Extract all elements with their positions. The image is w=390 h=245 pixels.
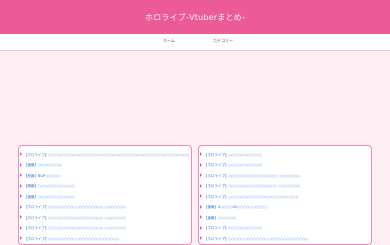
bullet-icon <box>20 225 22 230</box>
list-item: 【速報】○○○○○○ <box>199 212 371 223</box>
bullet-icon <box>200 173 202 177</box>
list-item: 【ホロライブ】○○○○○○○○○○○○○○○○○○○○○○○ <box>199 191 371 202</box>
list-item: 【ホロライブ】○○○○○○○○○○○ <box>199 149 371 160</box>
nav-item-category[interactable]: カテゴリー <box>213 38 233 44</box>
article-link[interactable]: 【悲報】BGP○○○○○ <box>24 173 61 178</box>
site-title-link[interactable]: ホロライブ-Vtuberまとめ- <box>145 12 245 23</box>
article-link[interactable]: 【ホロライブ】○○○○○○○○○○○○○○○○○○ ○○○○○○○ <box>24 204 126 209</box>
bullet-icon <box>200 152 202 156</box>
article-link[interactable]: 【朗報】○○○○○○○○○○○○ <box>24 183 75 188</box>
link-list-right: 【ホロライブ】○○○○○○○○○○○ 【ホロライブ】○○○○○○○○○○○ 【ホ… <box>199 146 371 244</box>
bullet-icon <box>200 236 202 240</box>
article-link[interactable]: 【速報】○○○○○○○○○○○○ <box>24 194 75 199</box>
list-item: 【ホロライブ】○○○○○○○○○○○○○○○○○○ ○○○○○○○ <box>19 223 191 234</box>
bullet-icon <box>200 194 202 198</box>
list-item: 【ホロライブ】○○○○○○○○○○○○○○○○○○○○○○○ <box>19 233 191 244</box>
bullet-icon <box>20 194 22 198</box>
list-item: 【ホロライブ】○○○○○○○○○○○○○○○○○○○○○○○○○○○○○○○○○… <box>19 149 191 160</box>
article-link[interactable]: 【ホロライブ】○○○○○○○○○○○○○○○○ ○○○○○○○ <box>204 173 300 178</box>
bullet-icon <box>20 215 22 219</box>
article-link[interactable]: 【速報】○○○○○○○○ <box>24 162 62 167</box>
article-link[interactable]: 【ホロライブ】○○○○○○○○○○○○○○○○ ○○○○○○○ <box>204 183 300 188</box>
global-nav: ホーム カテゴリー <box>0 34 390 51</box>
bullet-icon <box>20 152 22 156</box>
bullet-icon <box>200 215 202 219</box>
link-list-left: 【ホロライブ】○○○○○○○○○○○○○○○○○○○○○○○○○○○○○○○○○… <box>19 146 191 244</box>
article-link[interactable]: 【ホロライブ】○○○○○○○○○○○○○○○○○○○○○○○○○○○○○○○○○… <box>24 152 189 157</box>
article-link[interactable]: 【速報】○○○○○○ <box>204 215 236 220</box>
article-link[interactable]: 【ホロライブ】○○○○○○○○○○○○○○○○○○ ○○○○○○○ <box>24 225 126 230</box>
list-item: 【ホロライブ】○○○○○○○○○○○ <box>199 223 371 234</box>
bullet-icon <box>20 236 22 240</box>
list-item: 【悲報】BGP○○○○○ <box>19 170 191 181</box>
article-link[interactable]: 【ホロライブ】○○○○○○○○○○○ <box>204 162 262 167</box>
list-item: 【ホロライブ】○○○○○○○○○○○ <box>199 160 371 171</box>
article-link[interactable]: 【ホロライブ】○○○○○○○○○○○ <box>204 152 262 157</box>
list-item: 【速報】○○○○○○○○○○○○ <box>19 191 191 202</box>
list-item: 【ホロライブ】○○○○○○○○○○○○○○○○○○○○○○○○○○ <box>199 233 371 244</box>
list-item: 【速報】○○○○○○○○ <box>19 160 191 171</box>
site-header: ホロライブ-Vtuberまとめ- <box>0 0 390 34</box>
list-item: 【ホロライブ】○○○○○○○○○○○○○○○○○○ ○○○○○○○ <box>19 212 191 223</box>
bullet-icon <box>20 183 22 188</box>
list-item: 【朗報】○○○○○○○○○○○○ <box>19 181 191 192</box>
bullet-icon <box>200 225 202 230</box>
nav-item-home[interactable]: ホーム <box>163 38 175 44</box>
ad-space <box>0 51 390 143</box>
article-link[interactable]: 【ホロライブ】○○○○○○○○○○○○○○○○○○ ○○○○○○○ <box>24 215 126 220</box>
list-item: 【ホロライブ】○○○○○○○○○○○○○○○○ ○○○○○○○ <box>199 181 371 192</box>
bullet-icon <box>20 162 22 167</box>
bullet-icon <box>200 162 202 167</box>
bullet-icon <box>20 204 22 209</box>
article-link[interactable]: 【ホロライブ】○○○○○○○○○○○○○○○○○○○○○○○ <box>24 236 119 241</box>
list-item: 【ホロライブ】○○○○○○○○○○○○○○○○○○ ○○○○○○○ <box>19 202 191 213</box>
article-list-left: 【ホロライブ】○○○○○○○○○○○○○○○○○○○○○○○○○○○○○○○○○… <box>18 145 192 245</box>
article-link[interactable]: 【ホロライブ】○○○○○○○○○○○○○○○○○○○○○○○ <box>204 194 299 199</box>
article-list-right: 【ホロライブ】○○○○○○○○○○○ 【ホロライブ】○○○○○○○○○○○ 【ホ… <box>198 145 372 245</box>
article-link[interactable]: 【ホロライブ】○○○○○○○○○○○ <box>204 225 262 230</box>
article-link[interactable]: 【ホロライブ】○○○○○○○○○○○○○○○○○○○○○○○○○○ <box>204 236 308 241</box>
list-item: 【ホロライブ】○○○○○○○○○○○○○○○○ ○○○○○○○ <box>199 170 371 181</box>
bullet-icon <box>200 183 202 188</box>
list-item: 【速報】3○○○○SS○○○○○○○○○○ <box>199 202 371 213</box>
bullet-icon <box>200 204 202 209</box>
bullet-icon <box>20 173 22 177</box>
article-link[interactable]: 【速報】3○○○○SS○○○○○○○○○○ <box>204 204 268 209</box>
